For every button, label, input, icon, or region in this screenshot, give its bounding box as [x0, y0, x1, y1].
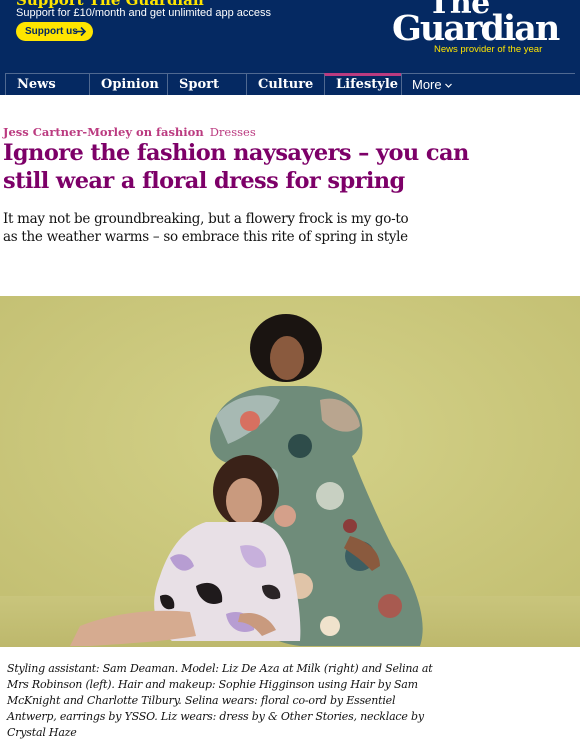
support-us-label: Support us — [25, 26, 78, 37]
arrow-right-icon — [74, 26, 87, 37]
site-header: Support The Guardian Support for £10/mon… — [0, 0, 580, 95]
nav-item-news[interactable]: News — [5, 74, 89, 95]
support-us-button[interactable]: Support us — [16, 22, 93, 41]
image-caption: Styling assistant: Sam Deaman. Model: Li… — [7, 662, 433, 739]
primary-nav: News Opinion Sport Culture Lifestyle Mor… — [5, 73, 575, 95]
article-kicker: Jess Cartner-Morley on fashion Dresses — [3, 125, 256, 139]
chevron-down-icon — [444, 83, 452, 88]
nav-item-opinion[interactable]: Opinion — [89, 74, 167, 95]
article-standfirst: It may not be groundbreaking, but a flow… — [3, 211, 409, 245]
kicker-author-link[interactable]: Jess Cartner-Morley on fashion — [3, 125, 204, 139]
nav-item-culture[interactable]: Culture — [246, 74, 324, 95]
article-headline: Ignore the fashion naysayers – you can s… — [3, 140, 469, 194]
nav-item-lifestyle[interactable]: Lifestyle — [324, 73, 401, 95]
kicker-series-link[interactable]: Dresses — [210, 125, 256, 139]
nav-more-button[interactable]: More — [401, 74, 452, 95]
support-subtitle: Support for £10/month and get unlimited … — [16, 7, 271, 19]
fashion-photo-illustration — [0, 296, 580, 647]
guardian-logo[interactable]: Guardian — [392, 10, 560, 48]
nav-item-sport[interactable]: Sport — [167, 74, 246, 95]
logo-tagline: News provider of the year — [434, 44, 543, 55]
nav-more-label: More — [412, 77, 442, 92]
main-photo — [0, 296, 580, 647]
